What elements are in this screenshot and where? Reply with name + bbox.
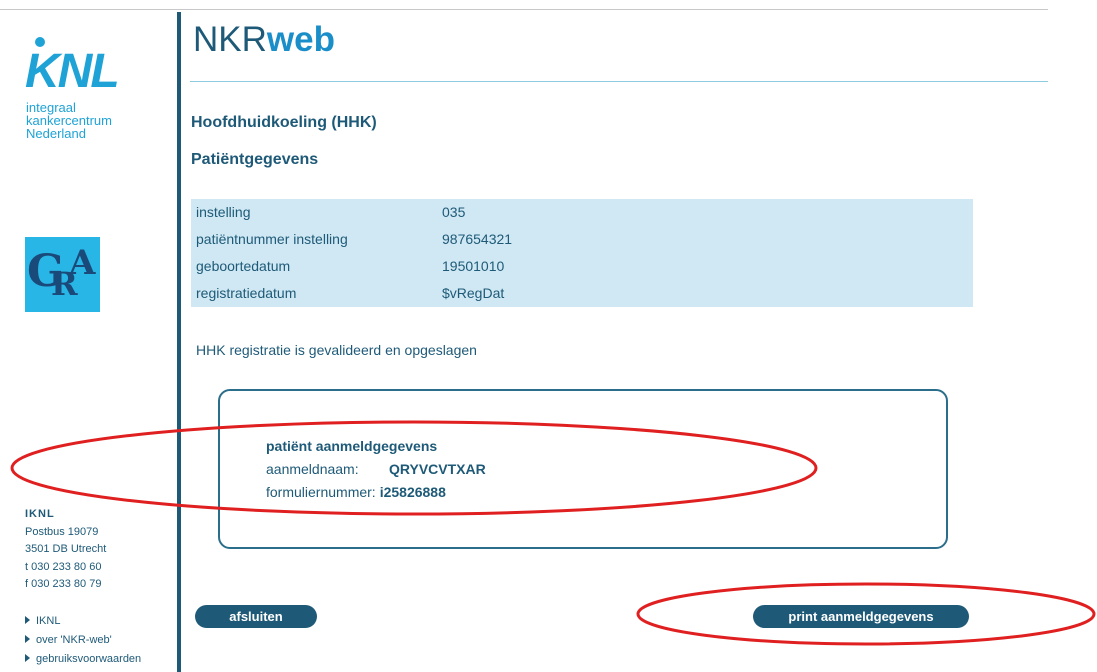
- annotation-overlay: [10, 420, 1096, 646]
- annotation-ellipse: [10, 420, 818, 516]
- annotation-ellipse: [636, 582, 1096, 646]
